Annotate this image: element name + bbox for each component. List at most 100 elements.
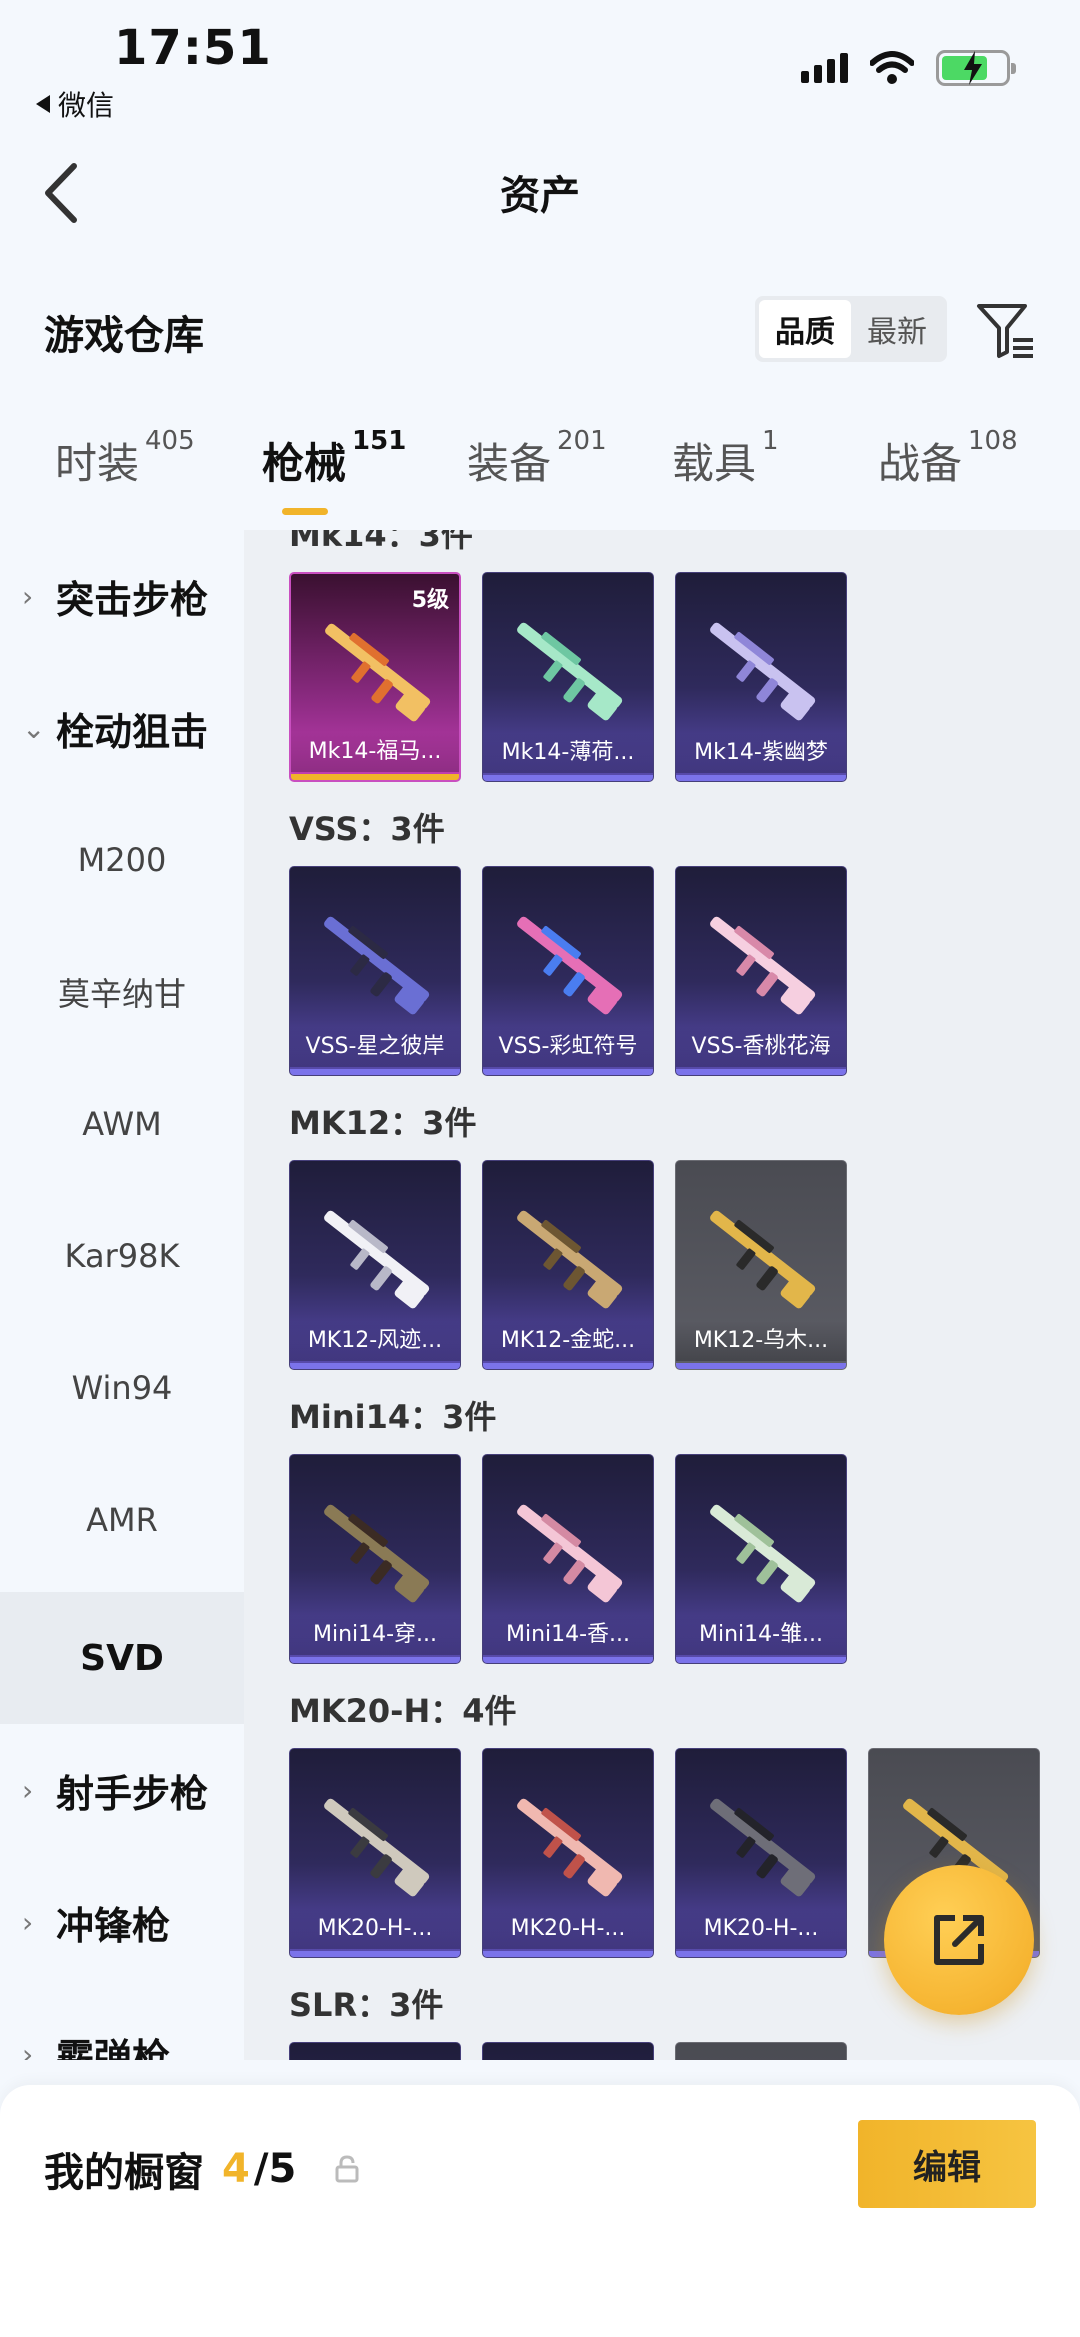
rarity-bar [290,1069,460,1075]
back-app-label: 微信 [58,89,115,122]
weapon-skin-image [710,1210,816,1309]
sidebar-item-awm[interactable]: AWM [0,1058,244,1190]
chevron-right-icon: › [22,2037,34,2061]
sort-toggle: 品质 最新 [755,296,947,362]
weapon-card[interactable]: MK12-乌木... [675,1160,847,1370]
weapon-skin-image [517,916,623,1015]
sidebar-item-amr[interactable]: AMR [0,1454,244,1586]
warehouse-title: 游戏仓库 [44,313,204,359]
filter-icon [977,304,1033,358]
back-to-app-link[interactable]: 微信 [36,84,114,124]
rarity-bar [676,1951,846,1957]
back-triangle-icon [36,95,50,113]
rarity-bar [290,1657,460,1663]
cellular-signal-icon [801,53,848,83]
weapon-card-label: MK12-风迹... [290,1321,460,1361]
weapon-card[interactable] [482,2042,654,2060]
group-title: Mini14：3件 [289,1398,497,1436]
weapon-card[interactable]: Mini14-雏... [675,1454,847,1664]
share-button[interactable] [884,1865,1034,2015]
weapon-skin-image [324,1798,430,1897]
weapon-card[interactable]: MK20-H-... [675,1748,847,1958]
showcase-title: 我的橱窗 [44,2150,204,2196]
showcase-label: 我的橱窗 4 /5 [44,2140,360,2198]
weapon-skin-image [324,1210,430,1309]
weapon-card-label: MK12-金蛇... [483,1321,653,1361]
sort-latest-option[interactable]: 最新 [851,300,943,358]
weapon-skin-image [324,916,430,1015]
tab-equipment[interactable]: 装备 201 [467,426,607,491]
chevron-right-icon: › [22,1905,34,1939]
weapon-skin-image [517,1504,623,1603]
showcase-total: /5 [253,2146,297,2192]
share-icon [934,1915,984,1965]
sidebar-item-svd[interactable]: SVD [0,1592,244,1724]
sidebar-item-smg[interactable]: › 冲锋枪 [0,1856,244,1988]
active-tab-indicator [282,508,328,515]
weapon-card[interactable] [289,2042,461,2060]
weapon-card[interactable]: Mk14-紫幽梦 [675,572,847,782]
weapon-card[interactable]: VSS-星之彼岸 [289,866,461,1076]
filter-button[interactable] [975,300,1037,362]
tab-weapons[interactable]: 枪械 151 [262,426,406,491]
showcase-count: 4 [222,2146,250,2192]
weapon-type-sidebar: › 突击步枪 ⌄ 栓动狙击 M200 莫辛纳甘 AWM Kar98K Win94 A… [0,530,244,2060]
weapon-skin-image [710,916,816,1015]
tab-supplies[interactable]: 战备 108 [878,426,1018,491]
weapon-card-label: VSS-香桃花海 [676,1027,846,1067]
weapon-card-label: Mini14-穿... [290,1615,460,1655]
weapon-card[interactable]: 5级 Mk14-福马... [289,572,461,782]
sidebar-item-marksman-rifle[interactable]: › 射手步枪 [0,1724,244,1856]
tab-fashion[interactable]: 时装 405 [55,426,195,491]
rarity-bar [483,1069,653,1075]
chevron-right-icon: › [22,1773,34,1807]
weapon-skin-image [324,1504,430,1603]
rarity-bar [290,1363,460,1369]
page-title: 资产 [500,173,580,219]
rarity-bar [676,1363,846,1369]
weapon-card-label: Mk14-薄荷... [483,733,653,773]
status-icons [801,50,1016,86]
sidebar-item-m200[interactable]: M200 [0,794,244,926]
weapon-skin-image [325,623,431,722]
sidebar-item-mosin[interactable]: 莫辛纳甘 [0,926,244,1058]
weapon-skin-image [517,622,623,721]
sidebar-item-kar98k[interactable]: Kar98K [0,1190,244,1322]
edit-showcase-button[interactable]: 编辑 [858,2120,1036,2208]
status-time: 17:51 [114,20,272,76]
weapon-card-label: VSS-彩虹符号 [483,1027,653,1067]
weapon-card[interactable] [675,2042,847,2060]
weapon-skin-image [517,1210,623,1309]
rarity-bar [483,1657,653,1663]
rarity-bar [291,774,459,780]
weapon-card[interactable]: MK12-风迹... [289,1160,461,1370]
weapon-card[interactable]: MK20-H-... [289,1748,461,1958]
sidebar-item-assault-rifle[interactable]: › 突击步枪 [0,530,244,662]
weapon-card[interactable]: VSS-彩虹符号 [482,866,654,1076]
wifi-icon [870,51,914,84]
weapon-card-label: Mini14-雏... [676,1615,846,1655]
weapon-skin-image [710,622,816,721]
sort-quality-option[interactable]: 品质 [759,300,851,358]
weapon-card[interactable]: MK12-金蛇... [482,1160,654,1370]
weapon-skin-image [710,1798,816,1897]
rarity-bar [483,1951,653,1957]
sidebar-item-win94[interactable]: Win94 [0,1322,244,1454]
weapon-card-label: Mk14-紫幽梦 [676,733,846,773]
weapon-skin-image [710,1504,816,1603]
weapon-card[interactable]: MK20-H-... [482,1748,654,1958]
rarity-bar [483,775,653,781]
weapon-card[interactable]: Mini14-穿... [289,1454,461,1664]
group-title: VSS：3件 [289,810,445,848]
category-tabs: 时装 405 枪械 151 装备 201 载具 1 战备 108 [0,426,1080,530]
weapon-card[interactable]: VSS-香桃花海 [675,866,847,1076]
weapon-card[interactable]: Mini14-香... [482,1454,654,1664]
weapon-card-label: MK20-H-... [290,1909,460,1949]
sidebar-item-bolt-sniper[interactable]: ⌄ 栓动狙击 [0,662,244,794]
group-title: MK12：3件 [289,1104,477,1142]
weapon-card[interactable]: Mk14-薄荷... [482,572,654,782]
tab-vehicles[interactable]: 载具 1 [672,426,779,491]
sidebar-item-shotgun[interactable]: › 霰弹枪 [0,1988,244,2061]
weapon-card-label: MK12-乌木... [676,1321,846,1361]
group-title: MK20-H：4件 [289,1692,517,1730]
